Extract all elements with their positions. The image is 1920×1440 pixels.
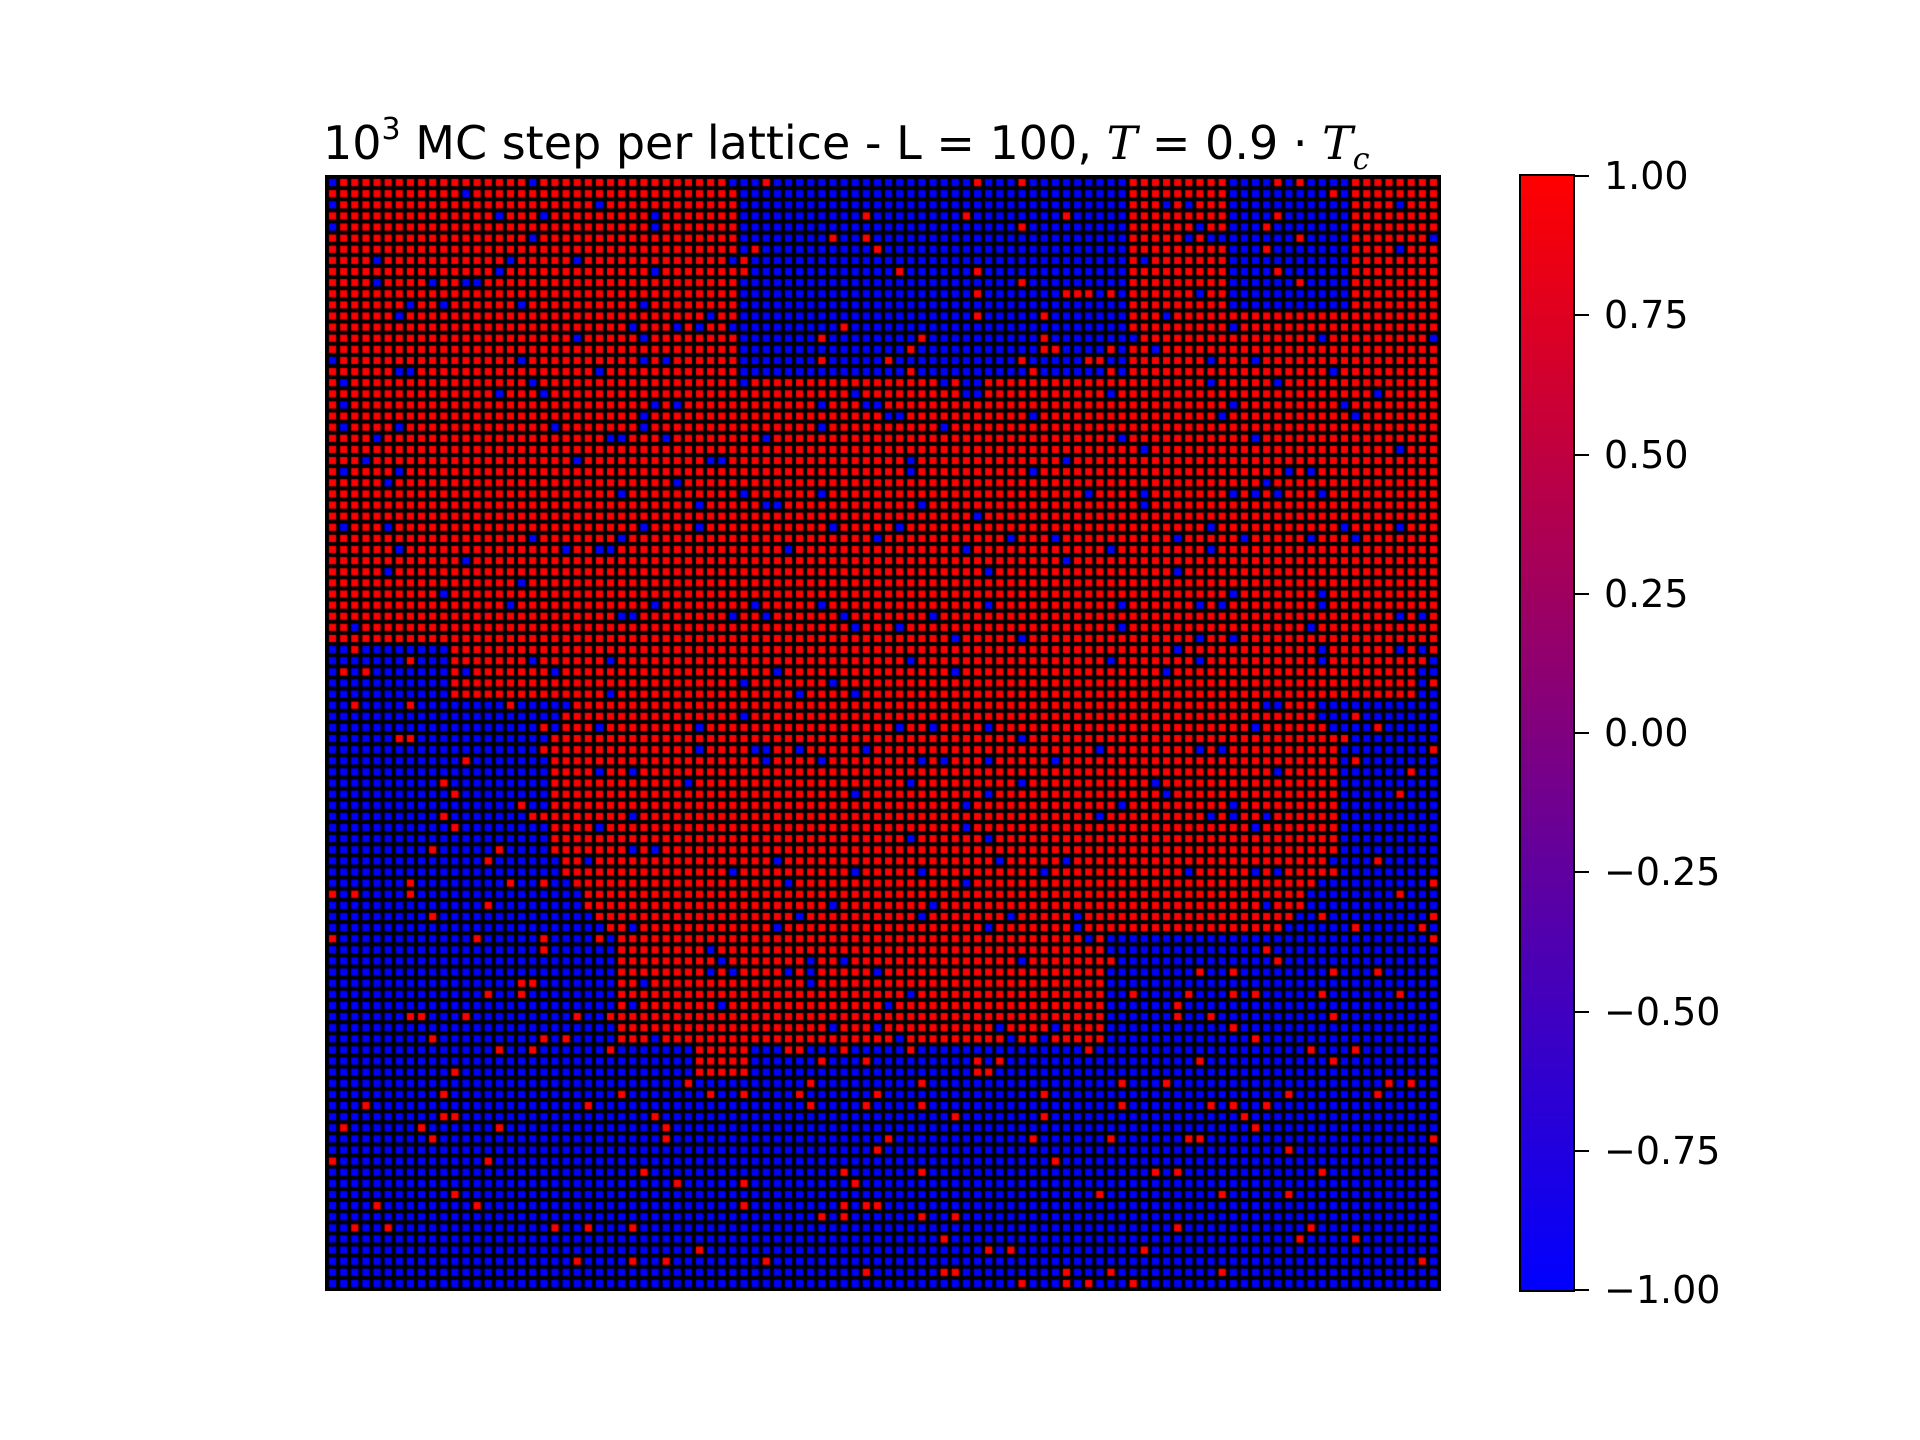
- colorbar-tick: [1575, 453, 1589, 456]
- colorbar-tick-label: 0.25: [1604, 571, 1689, 616]
- figure: 103 MC step per lattice - L = 100, T = 0…: [0, 0, 1920, 1440]
- colorbar-tick-label: −0.25: [1604, 850, 1721, 895]
- colorbar-tick: [1575, 871, 1589, 874]
- colorbar-tick: [1575, 314, 1589, 317]
- colorbar-tick: [1575, 732, 1589, 734]
- colorbar-tick: [1575, 592, 1589, 595]
- colorbar-tick-label: −0.75: [1604, 1128, 1721, 1173]
- colorbar-axis: 1.00 0.75 0.50 0.25 0.00 −0.25 −0.50 −0.75 −1.00: [0, 0, 1920, 1440]
- colorbar-tick: [1575, 1010, 1589, 1013]
- colorbar-tick: [1575, 1149, 1589, 1152]
- colorbar-tick: [1575, 1289, 1589, 1291]
- colorbar-tick-label: −1.00: [1604, 1268, 1721, 1312]
- colorbar-tick-label: 0.50: [1604, 432, 1689, 477]
- colorbar-tick-label: 0.75: [1604, 293, 1689, 338]
- colorbar-tick-label: −0.50: [1604, 989, 1721, 1034]
- colorbar-tick-label: 0.00: [1604, 711, 1689, 755]
- colorbar-tick: [1575, 175, 1589, 177]
- colorbar-tick-label: 1.00: [1604, 154, 1689, 198]
